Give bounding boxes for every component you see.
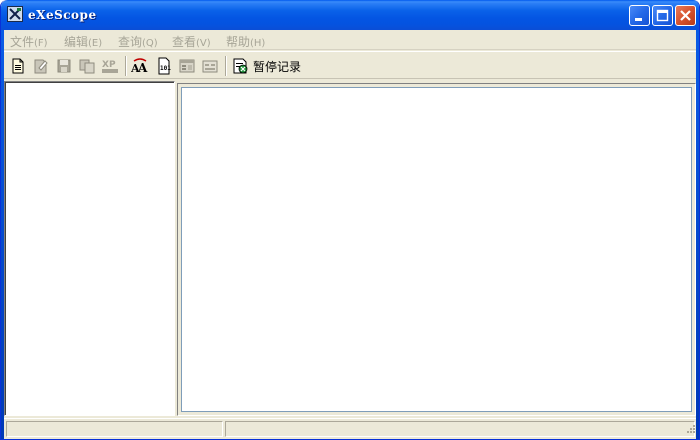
menu-file[interactable]: 文件(F) — [10, 33, 48, 50]
open-file-icon — [12, 58, 24, 74]
edit-icon — [34, 59, 48, 74]
menu-edit-accel: (E) — [88, 38, 103, 49]
menu-view-accel: (V) — [196, 38, 211, 49]
font-icon: A A — [131, 58, 148, 75]
form-button[interactable] — [201, 57, 219, 75]
save-button[interactable] — [55, 57, 73, 75]
menu-file-accel: (F) — [34, 38, 48, 49]
exescope-window: eXeScope 文件(F) 编辑(E) 查询(Q) 查看(V) 帮助(H) X… — [0, 0, 700, 440]
form-icon — [202, 60, 218, 73]
window-title: eXeScope — [28, 8, 97, 22]
status-panel-2 — [225, 421, 695, 437]
menu-edit[interactable]: 编辑(E) — [64, 33, 102, 50]
menu-view-label: 查看 — [172, 35, 197, 49]
detail-pane — [177, 83, 696, 416]
maximize-button[interactable] — [652, 5, 673, 26]
pause-logging-icon — [231, 57, 249, 75]
binary-icon: 101 — [158, 57, 171, 75]
save-icon — [57, 59, 71, 73]
menu-query-label: 查询 — [118, 35, 143, 49]
resize-grip-icon[interactable] — [684, 424, 696, 436]
toolbar: XP A A 101 暂停记录 — [4, 51, 698, 79]
menu-query-accel: (Q) — [142, 38, 158, 49]
xp-icon: XP — [102, 60, 118, 73]
menu-help-label: 帮助 — [226, 35, 251, 49]
resource-tree-pane[interactable] — [4, 81, 175, 416]
status-bar — [4, 418, 698, 437]
status-panel-1 — [6, 421, 223, 437]
dialog-icon — [179, 59, 195, 73]
menu-edit-label: 编辑 — [64, 35, 89, 49]
title-bar[interactable]: eXeScope — [1, 0, 699, 30]
minimize-icon — [635, 18, 642, 21]
close-icon — [680, 10, 691, 21]
menu-bar: 文件(F) 编辑(E) 查询(Q) 查看(V) 帮助(H) — [4, 30, 698, 50]
menu-query[interactable]: 查询(Q) — [118, 33, 158, 50]
xp-manifest-button[interactable]: XP — [101, 57, 119, 75]
svg-text:XP: XP — [102, 60, 116, 70]
toolbar-separator — [225, 56, 227, 76]
close-button[interactable] — [675, 5, 696, 26]
exescope-app-icon[interactable] — [7, 6, 23, 22]
detail-view[interactable] — [181, 87, 692, 412]
svg-text:101: 101 — [160, 65, 171, 72]
minimize-button[interactable] — [629, 5, 650, 26]
menu-help-accel: (H) — [250, 38, 266, 49]
toolbar-separator — [125, 56, 127, 76]
pause-logging-label: 暂停记录 — [253, 60, 302, 74]
copy-icon — [79, 59, 95, 74]
binary-button[interactable]: 101 — [155, 57, 173, 75]
copy-button[interactable] — [78, 57, 96, 75]
menu-file-label: 文件 — [10, 35, 35, 49]
menu-help[interactable]: 帮助(H) — [226, 33, 265, 50]
font-button[interactable]: A A — [131, 57, 149, 75]
dialog-button[interactable] — [178, 57, 196, 75]
svg-text:A: A — [137, 61, 148, 75]
menu-view[interactable]: 查看(V) — [172, 33, 211, 50]
edit-button[interactable] — [32, 57, 50, 75]
open-file-button[interactable] — [9, 57, 27, 75]
